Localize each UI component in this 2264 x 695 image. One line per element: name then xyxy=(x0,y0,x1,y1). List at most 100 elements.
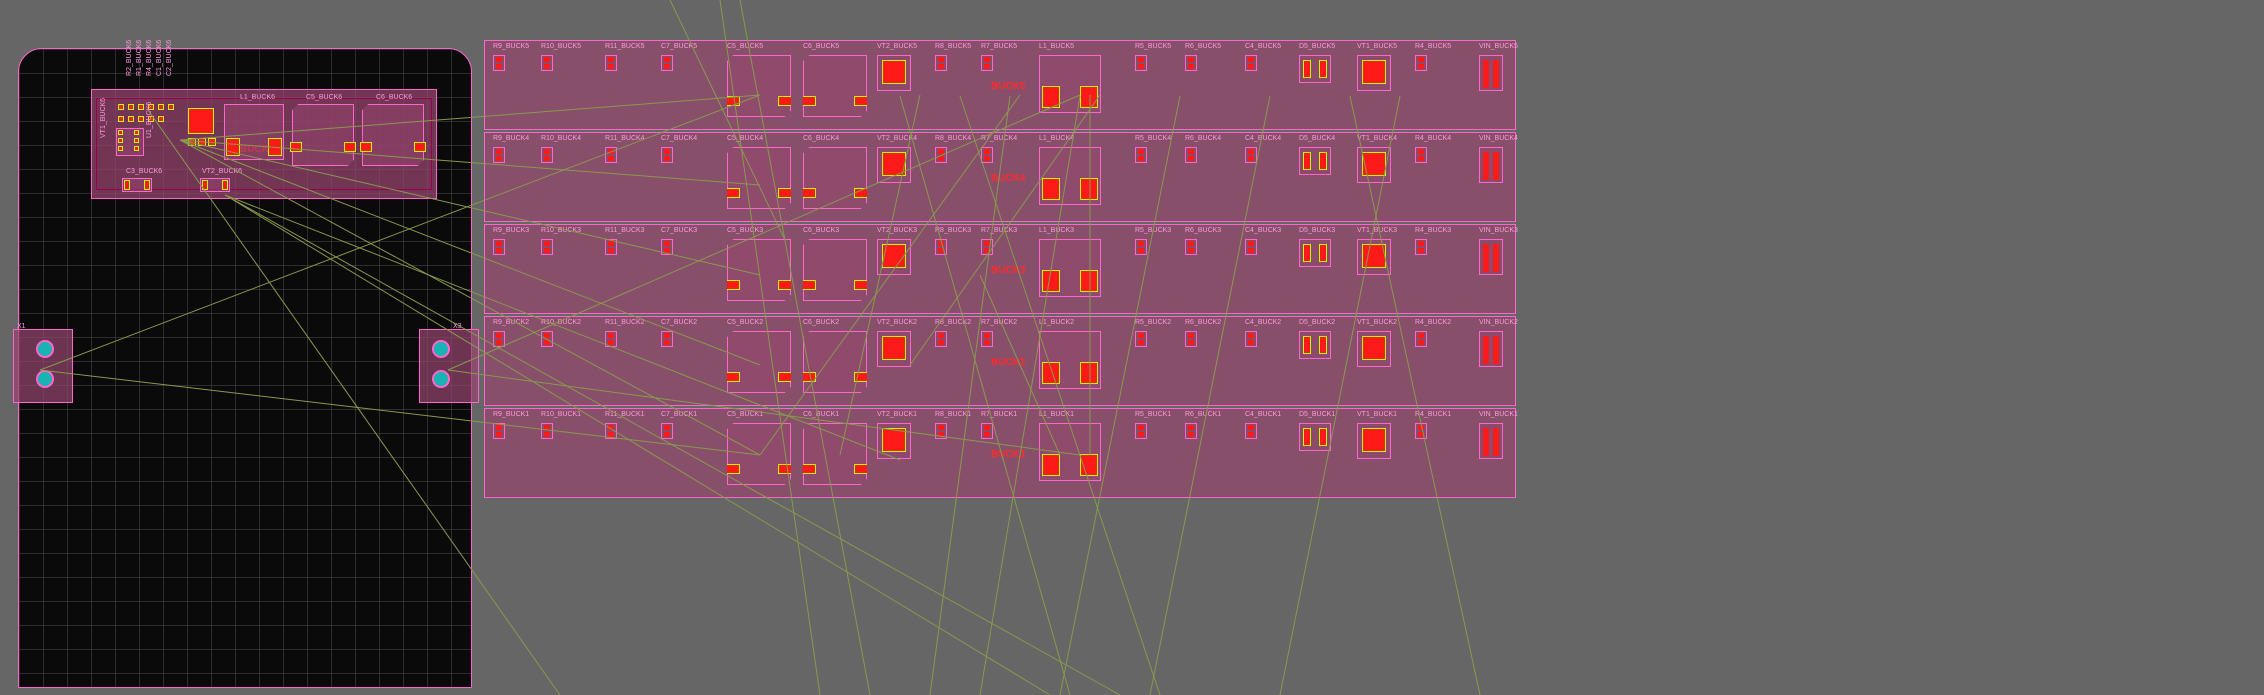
comp-vt2_buck3[interactable] xyxy=(877,239,911,275)
pad[interactable] xyxy=(138,116,144,122)
comp-c4_buck5[interactable] xyxy=(1245,55,1257,71)
pad[interactable] xyxy=(128,104,134,110)
room-buck3[interactable]: BUCK3R9_BUCK3R10_BUCK3R11_BUCK3C7_BUCK3C… xyxy=(484,224,1516,314)
comp-c6_buck4[interactable] xyxy=(803,147,867,209)
comp-d5_buck2[interactable] xyxy=(1299,331,1331,359)
comp-vin_buck5[interactable] xyxy=(1479,55,1503,91)
pad[interactable] xyxy=(414,142,426,152)
comp-r9_buck1[interactable] xyxy=(493,423,505,439)
pad[interactable] xyxy=(118,146,123,151)
room-buck4[interactable]: BUCK4R9_BUCK4R10_BUCK4R11_BUCK4C7_BUCK4C… xyxy=(484,132,1516,222)
comp-d5_buck1[interactable] xyxy=(1299,423,1331,451)
mount-x3[interactable] xyxy=(419,329,479,403)
pad[interactable] xyxy=(118,138,123,143)
comp-c4_buck1[interactable] xyxy=(1245,423,1257,439)
pad[interactable] xyxy=(226,138,240,156)
comp-r8_buck1[interactable] xyxy=(935,423,947,439)
pad[interactable] xyxy=(290,142,302,152)
comp-vt2_buck2[interactable] xyxy=(877,331,911,367)
comp-d5_buck3[interactable] xyxy=(1299,239,1331,267)
comp-c7_buck3[interactable] xyxy=(661,239,673,255)
comp-r8_buck2[interactable] xyxy=(935,331,947,347)
pad[interactable] xyxy=(124,180,130,190)
comp-r7_buck4[interactable] xyxy=(981,147,993,163)
comp-vin_buck4[interactable] xyxy=(1479,147,1503,183)
comp-vt1_buck4[interactable] xyxy=(1357,147,1391,183)
comp-r9_buck2[interactable] xyxy=(493,331,505,347)
pad[interactable] xyxy=(344,142,356,152)
comp-r5_buck5[interactable] xyxy=(1135,55,1147,71)
comp-d5_buck5[interactable] xyxy=(1299,55,1331,83)
comp-r7_buck1[interactable] xyxy=(981,423,993,439)
comp-c4_buck3[interactable] xyxy=(1245,239,1257,255)
comp-r4_buck3[interactable] xyxy=(1415,239,1427,255)
pad[interactable] xyxy=(134,138,139,143)
pad[interactable] xyxy=(222,180,228,190)
comp-c6-buck6[interactable] xyxy=(362,104,424,166)
pad[interactable] xyxy=(360,142,372,152)
comp-c5-buck6[interactable] xyxy=(292,104,354,166)
comp-vt2_buck5[interactable] xyxy=(877,55,911,91)
comp-r11_buck2[interactable] xyxy=(605,331,617,347)
pad[interactable] xyxy=(208,138,216,146)
comp-vt2_buck1[interactable] xyxy=(877,423,911,459)
comp-c7_buck1[interactable] xyxy=(661,423,673,439)
comp-r4_buck1[interactable] xyxy=(1415,423,1427,439)
comp-c6_buck3[interactable] xyxy=(803,239,867,301)
comp-c4_buck4[interactable] xyxy=(1245,147,1257,163)
pad[interactable] xyxy=(198,138,206,146)
comp-r7_buck2[interactable] xyxy=(981,331,993,347)
comp-vt-buck6[interactable] xyxy=(188,108,214,134)
comp-vin_buck1[interactable] xyxy=(1479,423,1503,459)
comp-c6_buck2[interactable] xyxy=(803,331,867,393)
comp-r6_buck3[interactable] xyxy=(1185,239,1197,255)
pad[interactable] xyxy=(118,116,124,122)
comp-r10_buck3[interactable] xyxy=(541,239,553,255)
comp-vt1_buck2[interactable] xyxy=(1357,331,1391,367)
comp-vt1_buck5[interactable] xyxy=(1357,55,1391,91)
comp-r5_buck2[interactable] xyxy=(1135,331,1147,347)
comp-r6_buck4[interactable] xyxy=(1185,147,1197,163)
pad[interactable] xyxy=(268,138,282,156)
comp-c5_buck4[interactable] xyxy=(727,147,791,209)
comp-vin_buck2[interactable] xyxy=(1479,331,1503,367)
comp-r4_buck2[interactable] xyxy=(1415,331,1427,347)
pad[interactable] xyxy=(168,104,174,110)
pad[interactable] xyxy=(118,104,124,110)
pad[interactable] xyxy=(138,104,144,110)
comp-c4_buck2[interactable] xyxy=(1245,331,1257,347)
comp-r5_buck1[interactable] xyxy=(1135,423,1147,439)
pcb-board-outline[interactable]: BUCK6 R2_BUCK6 R1_BUCK6 R4_BUCK6 C1_BUCK… xyxy=(18,48,472,688)
room-buck2[interactable]: BUCK2R9_BUCK2R10_BUCK2R11_BUCK2C7_BUCK2C… xyxy=(484,316,1516,406)
pad[interactable] xyxy=(128,116,134,122)
comp-r4_buck4[interactable] xyxy=(1415,147,1427,163)
comp-l1_buck1[interactable] xyxy=(1039,423,1101,481)
comp-r8_buck5[interactable] xyxy=(935,55,947,71)
comp-c5_buck3[interactable] xyxy=(727,239,791,301)
comp-r11_buck4[interactable] xyxy=(605,147,617,163)
pad[interactable] xyxy=(118,130,123,135)
comp-c5_buck1[interactable] xyxy=(727,423,791,485)
comp-r5_buck4[interactable] xyxy=(1135,147,1147,163)
comp-d5_buck4[interactable] xyxy=(1299,147,1331,175)
comp-c7_buck4[interactable] xyxy=(661,147,673,163)
pad[interactable] xyxy=(202,180,208,190)
comp-r5_buck3[interactable] xyxy=(1135,239,1147,255)
comp-vin_buck3[interactable] xyxy=(1479,239,1503,275)
comp-r9_buck5[interactable] xyxy=(493,55,505,71)
comp-c6_buck1[interactable] xyxy=(803,423,867,485)
comp-r9_buck3[interactable] xyxy=(493,239,505,255)
comp-r10_buck4[interactable] xyxy=(541,147,553,163)
comp-r6_buck2[interactable] xyxy=(1185,331,1197,347)
pad[interactable] xyxy=(158,116,164,122)
comp-c7_buck5[interactable] xyxy=(661,55,673,71)
comp-c6_buck5[interactable] xyxy=(803,55,867,117)
room-buck5[interactable]: BUCK5R9_BUCK5R10_BUCK5R11_BUCK5C7_BUCK5C… xyxy=(484,40,1516,130)
pad[interactable] xyxy=(144,180,150,190)
pad[interactable] xyxy=(188,138,196,146)
mount-x1[interactable] xyxy=(13,329,73,403)
comp-vt2_buck4[interactable] xyxy=(877,147,911,183)
comp-r9_buck4[interactable] xyxy=(493,147,505,163)
comp-r10_buck1[interactable] xyxy=(541,423,553,439)
comp-r11_buck5[interactable] xyxy=(605,55,617,71)
